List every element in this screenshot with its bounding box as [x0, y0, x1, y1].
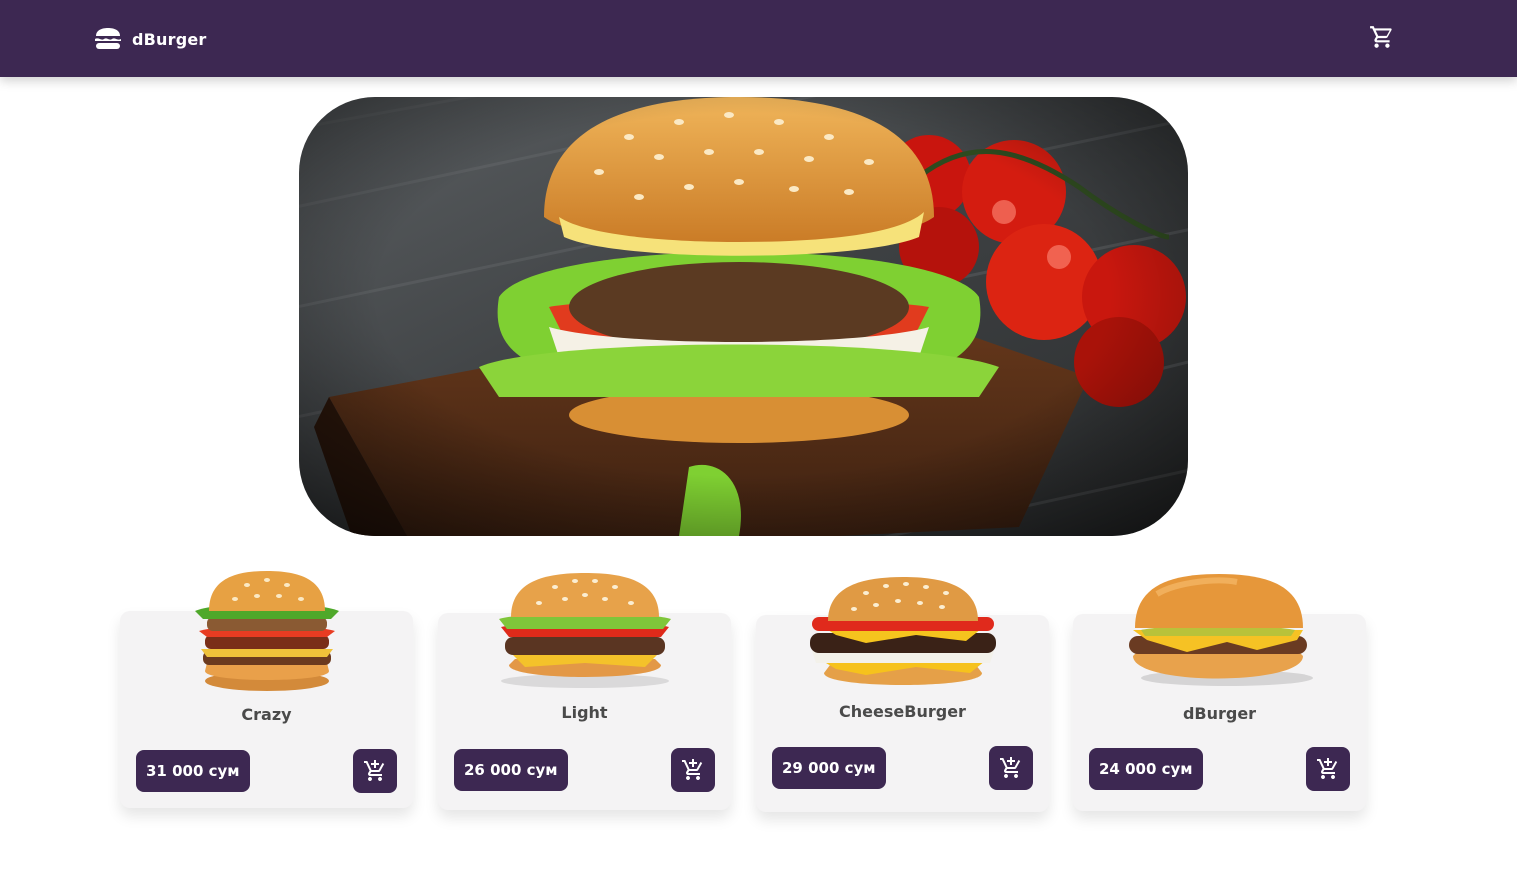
product-image-cheeseburger [806, 577, 1000, 691]
product-name: Light [561, 703, 608, 722]
add-to-cart-icon [1317, 758, 1338, 779]
product-price: 31 000 сум [136, 750, 250, 792]
navbar: dBurger [0, 0, 1517, 77]
product-card-light: Light 26 000 сум [438, 573, 731, 810]
hero-burger-image [299, 97, 1188, 536]
product-name: dBurger [1182, 704, 1257, 723]
add-to-cart-icon [1000, 757, 1021, 778]
hero-banner [299, 97, 1188, 536]
add-to-cart-button[interactable] [989, 746, 1033, 790]
brand-name: dBurger [132, 29, 207, 49]
add-to-cart-button[interactable] [1306, 747, 1350, 791]
product-image-light [495, 573, 675, 691]
product-image-dburger [1127, 574, 1313, 690]
cart-icon[interactable] [1369, 24, 1395, 50]
add-to-cart-icon [682, 759, 703, 780]
product-image-crazy [187, 571, 347, 695]
product-price: 29 000 сум [772, 747, 886, 789]
product-card-crazy: Crazy 31 000 сум [120, 571, 413, 808]
add-to-cart-button[interactable] [671, 748, 715, 792]
burger-icon [95, 28, 121, 49]
add-to-cart-button[interactable] [353, 749, 397, 793]
product-card-cheeseburger: CheeseBurger 29 000 сум [756, 577, 1049, 812]
add-to-cart-icon [364, 760, 385, 781]
product-card-dburger: dBurger 24 000 сум [1073, 574, 1366, 811]
product-price: 24 000 сум [1089, 748, 1203, 790]
brand-logo-link[interactable]: dBurger [94, 26, 207, 52]
product-name: CheeseBurger [839, 702, 966, 721]
product-price: 26 000 сум [454, 749, 568, 791]
product-name: Crazy [241, 705, 292, 724]
